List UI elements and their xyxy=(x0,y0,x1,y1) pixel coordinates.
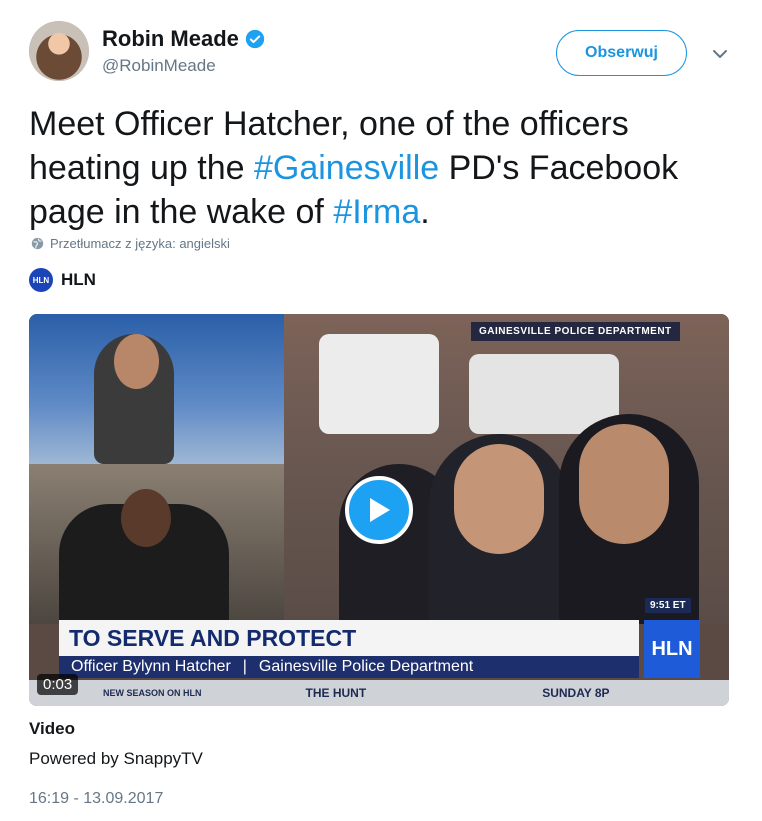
tweet-text-part: . xyxy=(420,193,430,231)
network-logo: HLN xyxy=(644,620,700,678)
video-figure xyxy=(114,334,159,389)
ticker-left: NEW SEASON ON HLN xyxy=(103,688,202,698)
video-figure xyxy=(454,444,544,554)
hashtag-link[interactable]: #Irma xyxy=(333,193,420,231)
video-car xyxy=(319,334,439,434)
play-button[interactable] xyxy=(345,476,413,544)
lower-third-name: Officer Bylynn Hatcher xyxy=(71,658,231,675)
author-avatar[interactable] xyxy=(29,21,89,81)
ticker-right: SUNDAY 8P xyxy=(542,686,610,700)
chevron-down-icon[interactable] xyxy=(710,44,730,64)
hashtag-link[interactable]: #Gainesville xyxy=(254,149,439,187)
lower-third-subtitle-bar: Officer Bylynn Hatcher | Gainesville Pol… xyxy=(59,656,639,678)
translate-link[interactable]: Przetłumacz z języka: angielski xyxy=(31,236,230,251)
tweet-text: Meet Officer Hatcher, one of the officer… xyxy=(29,102,729,234)
lower-third-title: TO SERVE AND PROTECT xyxy=(69,624,357,651)
follow-button[interactable]: Obserwuj xyxy=(556,30,687,76)
video-duration: 0:03 xyxy=(37,674,79,695)
play-icon xyxy=(370,498,390,522)
author-name-row[interactable]: Robin Meade xyxy=(102,26,265,52)
video-time-tag: 9:51 ET xyxy=(645,598,691,613)
ticker-mid: THE HUNT xyxy=(305,686,367,700)
verified-badge-icon xyxy=(245,29,265,49)
translate-label[interactable]: Przetłumacz z języka: angielski xyxy=(50,236,230,251)
author-handle[interactable]: @RobinMeade xyxy=(102,56,265,76)
ticker-bar: NEW SEASON ON HLN THE HUNT SUNDAY 8P xyxy=(29,680,729,706)
video-overlay-label: GAINESVILLE POLICE DEPARTMENT xyxy=(471,322,680,341)
video-figure xyxy=(121,489,171,547)
author-block[interactable]: Robin Meade @RobinMeade xyxy=(102,26,265,76)
lower-third-separator: | xyxy=(242,658,247,675)
video-figure xyxy=(579,424,669,544)
card-source[interactable]: HLN HLN xyxy=(29,268,96,292)
tweet-timestamp[interactable]: 16:19 - 13.09.2017 xyxy=(29,790,163,808)
video-player[interactable]: GAINESVILLE POLICE DEPARTMENT 9:51 ET TO… xyxy=(29,314,729,706)
globe-icon xyxy=(31,237,44,250)
video-title[interactable]: Video xyxy=(29,719,75,739)
author-name[interactable]: Robin Meade xyxy=(102,26,239,52)
hln-logo-icon: HLN xyxy=(29,268,53,292)
powered-by: Powered by SnappyTV xyxy=(29,749,203,768)
lower-third-title-bar: TO SERVE AND PROTECT xyxy=(59,620,639,656)
lower-third-org: Gainesville Police Department xyxy=(258,658,474,675)
source-name[interactable]: HLN xyxy=(61,270,96,290)
video-frame-anchor xyxy=(29,314,284,464)
